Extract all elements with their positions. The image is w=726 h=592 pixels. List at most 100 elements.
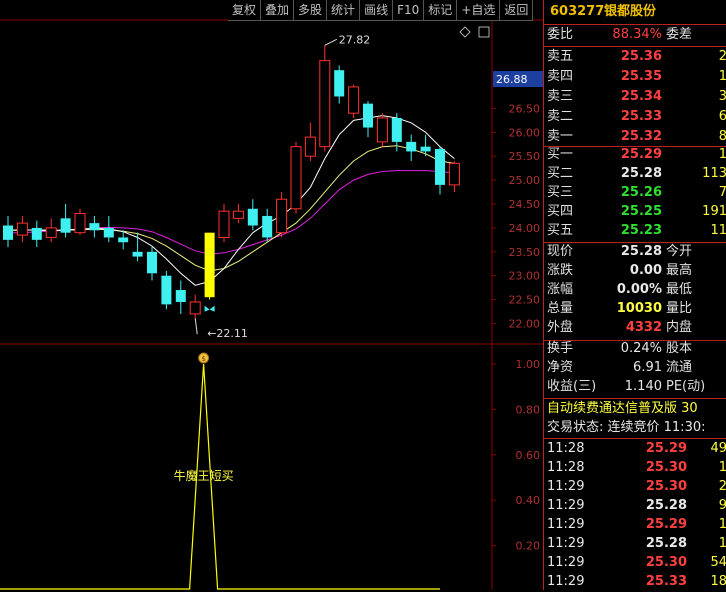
overlay-button[interactable]: 叠加 bbox=[261, 0, 295, 21]
stat-value: 25.28 bbox=[620, 244, 662, 259]
sell-order-volume: 1 bbox=[718, 69, 726, 84]
f10-button[interactable]: F10 bbox=[393, 0, 425, 21]
buy-order-row[interactable]: 买五 25.23 11 bbox=[544, 221, 726, 241]
sell-order-row[interactable]: 卖一 25.32 8 bbox=[544, 127, 726, 147]
candle-body bbox=[304, 136, 316, 157]
buy-order-volume: 1 bbox=[718, 147, 726, 162]
buy-order-label: 买二 bbox=[547, 166, 574, 181]
ma-line-yellow bbox=[8, 145, 455, 272]
buy-order-label: 买五 bbox=[547, 223, 574, 238]
multi-stock-button[interactable]: 多股 bbox=[294, 0, 328, 21]
trade-state-text: 交易状态: 连续竞价 11:30: bbox=[547, 420, 706, 435]
tick-volume: 49 bbox=[710, 441, 726, 456]
order-diff-label: 委差 bbox=[666, 27, 693, 42]
candle-body bbox=[247, 208, 258, 226]
low-annotation: ←22.11 bbox=[207, 327, 248, 340]
price-tick-label: 25.50 bbox=[509, 150, 541, 163]
candle-body bbox=[319, 60, 331, 148]
stat-row: 涨幅 0.00% 最低 bbox=[544, 280, 726, 300]
stat2-label: 净资 bbox=[547, 360, 574, 375]
tick-price: 25.33 bbox=[645, 574, 687, 589]
sell-order-label: 卖四 bbox=[547, 69, 574, 84]
candle-body bbox=[363, 103, 373, 128]
buy-order-volume: 7 bbox=[718, 185, 726, 200]
buy-order-price: 25.25 bbox=[620, 204, 662, 219]
sell-order-row[interactable]: 卖五 25.36 2 bbox=[544, 47, 726, 67]
trade-state-row: 交易状态: 连续竞价 11:30: bbox=[544, 418, 726, 438]
candle-body bbox=[103, 227, 114, 238]
sell-order-volume: 3 bbox=[718, 89, 726, 104]
tick-price: 25.30 bbox=[645, 479, 687, 494]
quote-panel: 603277 银都股份 委比 88.34% 委差 卖五 25.36 2 卖四 25.35… bbox=[543, 0, 726, 590]
stat2-label: 换手 bbox=[547, 341, 574, 356]
add-favorite-button[interactable]: +自选 bbox=[457, 0, 501, 21]
buy-order-row[interactable]: 买四 25.25 191 bbox=[544, 202, 726, 222]
candle-body bbox=[45, 227, 57, 238]
stat-label: 总量 bbox=[547, 301, 574, 316]
tick-row: 11:29 25.33 18 bbox=[544, 572, 726, 592]
order-ratio-row: 委比 88.34% 委差 bbox=[544, 25, 726, 45]
candle-body bbox=[334, 70, 345, 97]
stat-row: 现价 25.28 今开 bbox=[544, 242, 726, 262]
sell-order-row[interactable]: 卖二 25.33 6 bbox=[544, 107, 726, 127]
mark-button[interactable]: 标记 bbox=[424, 0, 458, 21]
sell-order-volume: 8 bbox=[718, 129, 726, 144]
buy-order-volume: 11 bbox=[710, 223, 726, 238]
draw-line-button[interactable]: 画线 bbox=[360, 0, 394, 21]
stat2-row: 收益(三) 1.140 PE(动) bbox=[544, 377, 726, 397]
price-tick-label: 26.00 bbox=[509, 126, 541, 139]
tick-volume: 9 bbox=[718, 498, 726, 513]
buy-order-row[interactable]: 买三 25.26 7 bbox=[544, 183, 726, 203]
stat-row: 涨跌 0.00 最高 bbox=[544, 261, 726, 281]
butterfly-icon bbox=[204, 305, 215, 312]
kline-chart[interactable]: 26.50 26.00 25.50 25.00 24.50 24.00 23.50 23.00… bbox=[0, 0, 543, 590]
sell-order-price: 25.34 bbox=[620, 89, 662, 104]
tick-time: 11:29 bbox=[547, 574, 585, 589]
tick-volume: 1 bbox=[718, 536, 726, 551]
candle-body bbox=[74, 213, 86, 234]
price-tick-label: 26.50 bbox=[509, 102, 541, 115]
price-tick-label: 25.00 bbox=[509, 174, 541, 187]
tick-row: 11:29 25.30 54 bbox=[544, 553, 726, 573]
stat-label2: 今开 bbox=[666, 244, 693, 259]
candle-body bbox=[161, 275, 172, 305]
candle-body bbox=[118, 237, 129, 243]
price-tick-label: 23.50 bbox=[509, 246, 541, 259]
tick-volume: 2 bbox=[718, 479, 726, 494]
stat2-label2: 流通 bbox=[666, 360, 693, 375]
candle-body bbox=[31, 227, 42, 240]
tick-price: 25.28 bbox=[645, 536, 687, 551]
stat-value: 10030 bbox=[616, 301, 662, 316]
stat-label2: 最低 bbox=[666, 282, 693, 297]
sell-order-row[interactable]: 卖三 25.34 3 bbox=[544, 87, 726, 107]
buy-order-label: 买三 bbox=[547, 185, 574, 200]
tick-time: 11:29 bbox=[547, 536, 585, 551]
tick-price: 25.30 bbox=[645, 460, 687, 475]
stat-label: 现价 bbox=[547, 244, 574, 259]
tick-price: 25.29 bbox=[645, 441, 687, 456]
indicator-tick-label: 0.60 bbox=[516, 449, 541, 462]
fuquan-button[interactable]: 复权 bbox=[228, 0, 262, 21]
tick-row: 11:29 25.30 2 bbox=[544, 477, 726, 497]
candle-body bbox=[376, 117, 388, 143]
back-button[interactable]: 返回 bbox=[500, 0, 534, 21]
sell-order-price: 25.33 bbox=[620, 109, 662, 124]
buy-order-row[interactable]: 买二 25.28 113 bbox=[544, 164, 726, 184]
window-icon bbox=[478, 26, 490, 38]
buy-order-row[interactable]: 买一 25.29 1 bbox=[544, 145, 726, 165]
kline-chart-area[interactable]: 26.50 26.00 25.50 25.00 24.50 24.00 23.50 23.00… bbox=[0, 0, 543, 590]
sell-order-row[interactable]: 卖四 25.35 1 bbox=[544, 67, 726, 87]
candle-body bbox=[3, 225, 13, 240]
sell-order-price: 25.36 bbox=[620, 49, 662, 64]
stat-row: 总量 10030 量比 bbox=[544, 299, 726, 319]
candle-body bbox=[204, 232, 215, 298]
stats-button[interactable]: 统计 bbox=[327, 0, 361, 21]
high-annotation: 27.82 bbox=[339, 33, 371, 46]
tick-price: 25.30 bbox=[645, 555, 687, 570]
stat2-row: 换手 0.24% 股本 bbox=[544, 339, 726, 359]
candle-body bbox=[262, 215, 273, 238]
tick-volume: 18 bbox=[710, 574, 726, 589]
ticker-row[interactable]: 自动续费通达信普及版 30 bbox=[544, 399, 726, 419]
candle-body bbox=[406, 141, 417, 152]
sell-order-price: 25.32 bbox=[620, 129, 662, 144]
